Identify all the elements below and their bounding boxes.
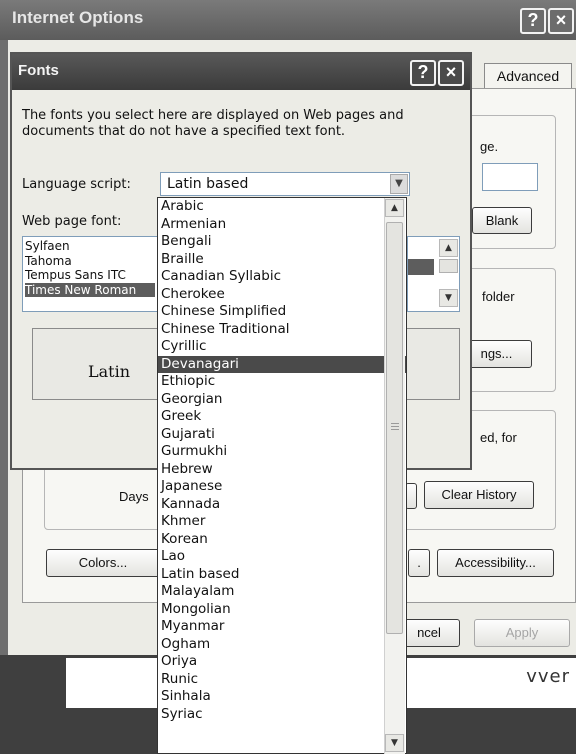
dropdown-option[interactable]: Khmer — [158, 513, 406, 531]
tab-advanced[interactable]: Advanced — [484, 63, 572, 89]
home-address-field[interactable] — [482, 163, 538, 191]
thumb-grip — [391, 429, 399, 430]
fonts-help-button[interactable]: ? — [410, 60, 436, 86]
dropdown-scroll-thumb[interactable] — [386, 222, 403, 634]
scroll-up-icon[interactable]: ▲ — [385, 199, 404, 217]
window-title: Internet Options — [12, 8, 144, 27]
language-script-value: Latin based — [167, 176, 249, 192]
web-font-list[interactable]: Sylfaen Tahoma Tempus Sans ITC Times New… — [22, 236, 158, 312]
dropdown-option[interactable]: Ogham — [158, 636, 406, 654]
thumb-grip — [391, 423, 399, 424]
dropdown-option[interactable]: Cherokee — [158, 286, 406, 304]
dropdown-option[interactable]: Runic — [158, 671, 406, 689]
list-item-selected[interactable] — [408, 259, 434, 275]
dropdown-option[interactable]: Mongolian — [158, 601, 406, 619]
dropdown-option[interactable]: Devanagari — [158, 355, 406, 373]
languages-button[interactable]: . — [408, 549, 430, 577]
font-preview-text: Latin — [88, 362, 131, 381]
history-text: ed, for — [480, 430, 517, 445]
scroll-down-icon[interactable]: ▼ — [439, 289, 458, 307]
scroll-thumb[interactable] — [439, 259, 458, 273]
fonts-description: The fonts you select here are displayed … — [22, 108, 404, 139]
dropdown-option[interactable]: Chinese Traditional — [158, 321, 406, 339]
dropdown-option[interactable]: Cyrillic — [158, 338, 406, 356]
dropdown-option[interactable]: Gurmukhi — [158, 443, 406, 461]
home-page-text: ge. — [480, 139, 499, 154]
days-label: Days — [119, 489, 149, 504]
language-script-select[interactable]: Latin based ▼ — [160, 172, 410, 196]
chevron-down-icon[interactable]: ▼ — [390, 174, 408, 194]
colors-button[interactable]: Colors... — [46, 549, 160, 577]
background-text: vver — [526, 666, 570, 687]
apply-button[interactable]: Apply — [474, 619, 570, 647]
accessibility-button[interactable]: Accessibility... — [437, 549, 554, 577]
dropdown-option[interactable]: Syriac — [158, 706, 406, 724]
fonts-titlebar: Fonts ? × — [12, 54, 470, 90]
help-button[interactable]: ? — [520, 8, 546, 34]
clear-history-button[interactable]: Clear History — [424, 481, 534, 509]
dropdown-option[interactable]: Gujarati — [158, 426, 406, 444]
dropdown-option[interactable]: Canadian Syllabic — [158, 268, 406, 286]
dropdown-option[interactable]: Myanmar — [158, 618, 406, 636]
dropdown-option[interactable]: Greek — [158, 408, 406, 426]
dropdown-option[interactable]: Kannada — [158, 496, 406, 514]
fonts-close-button[interactable]: × — [438, 60, 464, 86]
dropdown-option[interactable]: Ethiopic — [158, 373, 406, 391]
scroll-down-icon[interactable]: ▼ — [385, 734, 404, 752]
dropdown-option[interactable]: Arabic — [158, 198, 406, 216]
language-script-label: Language script: — [22, 177, 131, 192]
web-page-font-label: Web page font: — [22, 214, 122, 229]
dropdown-option[interactable]: Japanese — [158, 478, 406, 496]
dropdown-option[interactable]: Korean — [158, 531, 406, 549]
scroll-up-icon[interactable]: ▲ — [439, 239, 458, 257]
dropdown-option[interactable]: Oriya — [158, 653, 406, 671]
fonts-title: Fonts — [18, 62, 59, 79]
close-button[interactable]: × — [548, 8, 574, 34]
language-script-dropdown[interactable]: Arabic Armenian Bengali Braille Canadian Syl… — [157, 197, 407, 754]
dropdown-option[interactable]: Bengali — [158, 233, 406, 251]
dropdown-option[interactable]: Armenian — [158, 216, 406, 234]
thumb-grip — [391, 426, 399, 427]
list-item[interactable]: Tempus Sans ITC — [25, 268, 155, 283]
dropdown-option[interactable]: Latin based — [158, 566, 406, 584]
cancel-button[interactable]: ncel — [398, 619, 460, 647]
dropdown-option[interactable]: Braille — [158, 251, 406, 269]
list-item-selected[interactable]: Times New Roman — [25, 282, 155, 297]
dropdown-option[interactable]: Chinese Simplified — [158, 303, 406, 321]
list-item[interactable]: Tahoma — [25, 254, 155, 269]
use-blank-button[interactable]: Blank — [472, 207, 532, 234]
dropdown-option[interactable]: Hebrew — [158, 461, 406, 479]
internet-options-titlebar: Internet Options ? × — [0, 0, 576, 40]
dropdown-option[interactable]: Georgian — [158, 391, 406, 409]
folder-text: folder — [482, 289, 515, 304]
dropdown-option[interactable]: Lao — [158, 548, 406, 566]
list-item[interactable]: Sylfaen — [25, 239, 155, 254]
dropdown-option[interactable]: Sinhala — [158, 688, 406, 706]
plain-text-font-list[interactable]: ▲ ▼ — [407, 236, 460, 312]
dropdown-option[interactable]: Malayalam — [158, 583, 406, 601]
